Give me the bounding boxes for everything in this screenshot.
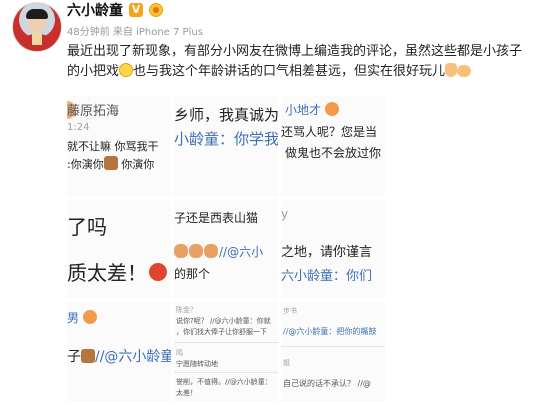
post-meta: 48分钟前 来自 iPhone 7 Plus xyxy=(67,27,203,38)
comment-line: ，你们找大俸子让你舒服一下 xyxy=(176,328,267,336)
comment-line: 说你?呢？ //@六小龄童：你就 xyxy=(176,317,271,325)
fist-emoji-icon xyxy=(457,65,472,77)
verified-v-icon: V xyxy=(129,3,143,17)
comment-line: 还骂人呢？您是当 xyxy=(281,125,378,139)
squirrel-emoji-icon xyxy=(81,349,95,363)
comment-line-a: :你演你 xyxy=(67,158,104,171)
username[interactable]: 六小龄童 xyxy=(67,0,123,20)
comment-line: 做鬼也不会放过你 xyxy=(285,146,382,160)
commenter-name-text: 小地才 xyxy=(285,103,322,117)
comment-line: :你演你 你演你 xyxy=(67,156,154,172)
squirrel-emoji-icon xyxy=(103,156,118,170)
comment-line: //@六小龄童：把你的嘴鼓 xyxy=(283,327,377,336)
comment-line: 宁愿随转动地 xyxy=(176,360,218,368)
sweat-emoji-icon xyxy=(119,63,134,77)
comment-line: 小龄童：你学我 xyxy=(174,128,278,149)
user-avatar[interactable] xyxy=(12,2,62,52)
comment-line: 乡师，我真诚为 xyxy=(174,106,278,124)
grid-image-4[interactable]: 了吗 质太差！ xyxy=(67,199,171,299)
face-emoji-icon xyxy=(324,102,339,116)
comment-line: 质太差！ xyxy=(67,261,147,285)
grid-image-8[interactable]: 陈金？ 说你?呢？ //@六小龄童：你就 ，你们找大俸子让你舒服一下 鸣 宁愿随… xyxy=(174,302,278,402)
comment-line: 鸣 xyxy=(176,349,183,357)
comment-text: 子 xyxy=(67,349,81,365)
comment-line: 就不让嘛 你骂我干 xyxy=(67,140,159,153)
comment-line: 子还是西表山猫 xyxy=(174,211,259,225)
commenter-name: 藤原拓海 xyxy=(67,104,120,119)
comment-line-b: 你演你 xyxy=(117,158,155,171)
comment-line: 之地，请你谨言 xyxy=(281,245,373,260)
comment-line: y xyxy=(281,207,289,221)
grid-image-2[interactable]: 乡师，我真诚为 小龄童：你学我 xyxy=(174,96,278,196)
thumbs-up-emoji-icon xyxy=(445,63,458,77)
hands-emoji-icon xyxy=(174,244,188,258)
image-grid: 藤原拓海 1:24 就不让嘛 你骂我干 :你演你 你演你 乡师，我真诚为 小龄童… xyxy=(67,96,385,402)
divider xyxy=(281,346,385,347)
face-emoji-icon xyxy=(82,310,97,324)
comment-line: 姐 xyxy=(283,359,290,367)
grid-image-7[interactable]: 男 子 //@六小龄童 xyxy=(67,302,171,402)
post-text-part2: 也与我这个年龄讲话的口气相差甚远，但实在很好玩儿 xyxy=(133,64,446,79)
grid-image-1[interactable]: 藤原拓海 1:24 就不让嘛 你骂我干 :你演你 你演你 xyxy=(67,96,171,196)
comment-line: 步书 xyxy=(283,307,297,315)
comment-mention: //@六小 xyxy=(219,245,264,259)
commenter-name: 男 xyxy=(67,309,97,326)
comment-line: 太差！ xyxy=(176,389,197,397)
comment-line: 陈金？ xyxy=(176,306,197,314)
avatar-collar xyxy=(32,33,42,45)
comment-line: 子 //@六小龄童 xyxy=(67,346,171,366)
comment-line: 自己说的话不承认？ //@ xyxy=(283,379,371,388)
comment-mention: 小龄童：你学我 xyxy=(174,130,278,148)
divider xyxy=(174,372,278,373)
grid-image-9[interactable]: 步书 //@六小龄童：把你的嘴鼓 姐 自己说的话不承认？ //@ xyxy=(281,302,385,402)
comment-time: 1:24 xyxy=(67,122,90,133)
grid-image-3[interactable]: 小地才 还骂人呢？您是当 做鬼也不会放过你 xyxy=(281,96,385,196)
comment-mention: //@六小龄童 xyxy=(95,349,171,365)
member-badge-icon xyxy=(149,3,163,17)
commenter-name-text: 男 xyxy=(67,311,80,325)
avatar-hair xyxy=(26,9,48,19)
post-text: 最近出现了新现象，有部分小网友在微博上编造我的评论，虽然这些都是小孩子的小把戏也… xyxy=(67,42,527,82)
commenter-name: 小地才 xyxy=(285,101,339,118)
comment-line: 了吗 xyxy=(67,215,107,239)
comment-line: 的那个 xyxy=(174,267,211,281)
comment-line: 六小龄童：你们 xyxy=(281,265,372,284)
post-header: 六小龄童 V xyxy=(67,0,163,20)
grid-image-5[interactable]: 子还是西表山猫 //@六小 的那个 xyxy=(174,199,278,299)
hands-emoji-icon xyxy=(189,244,203,258)
comment-line: //@六小 xyxy=(174,243,263,260)
divider xyxy=(174,342,278,343)
comment-mention: 六小龄童：你们 xyxy=(281,269,373,284)
grid-image-6[interactable]: y 之地，请你谨言 六小龄童：你们 xyxy=(281,199,385,299)
comment-line: 誉削，不值得。//@六小龄童： xyxy=(176,378,272,386)
hands-emoji-icon xyxy=(204,244,218,258)
angry-emoji-icon xyxy=(149,263,167,281)
